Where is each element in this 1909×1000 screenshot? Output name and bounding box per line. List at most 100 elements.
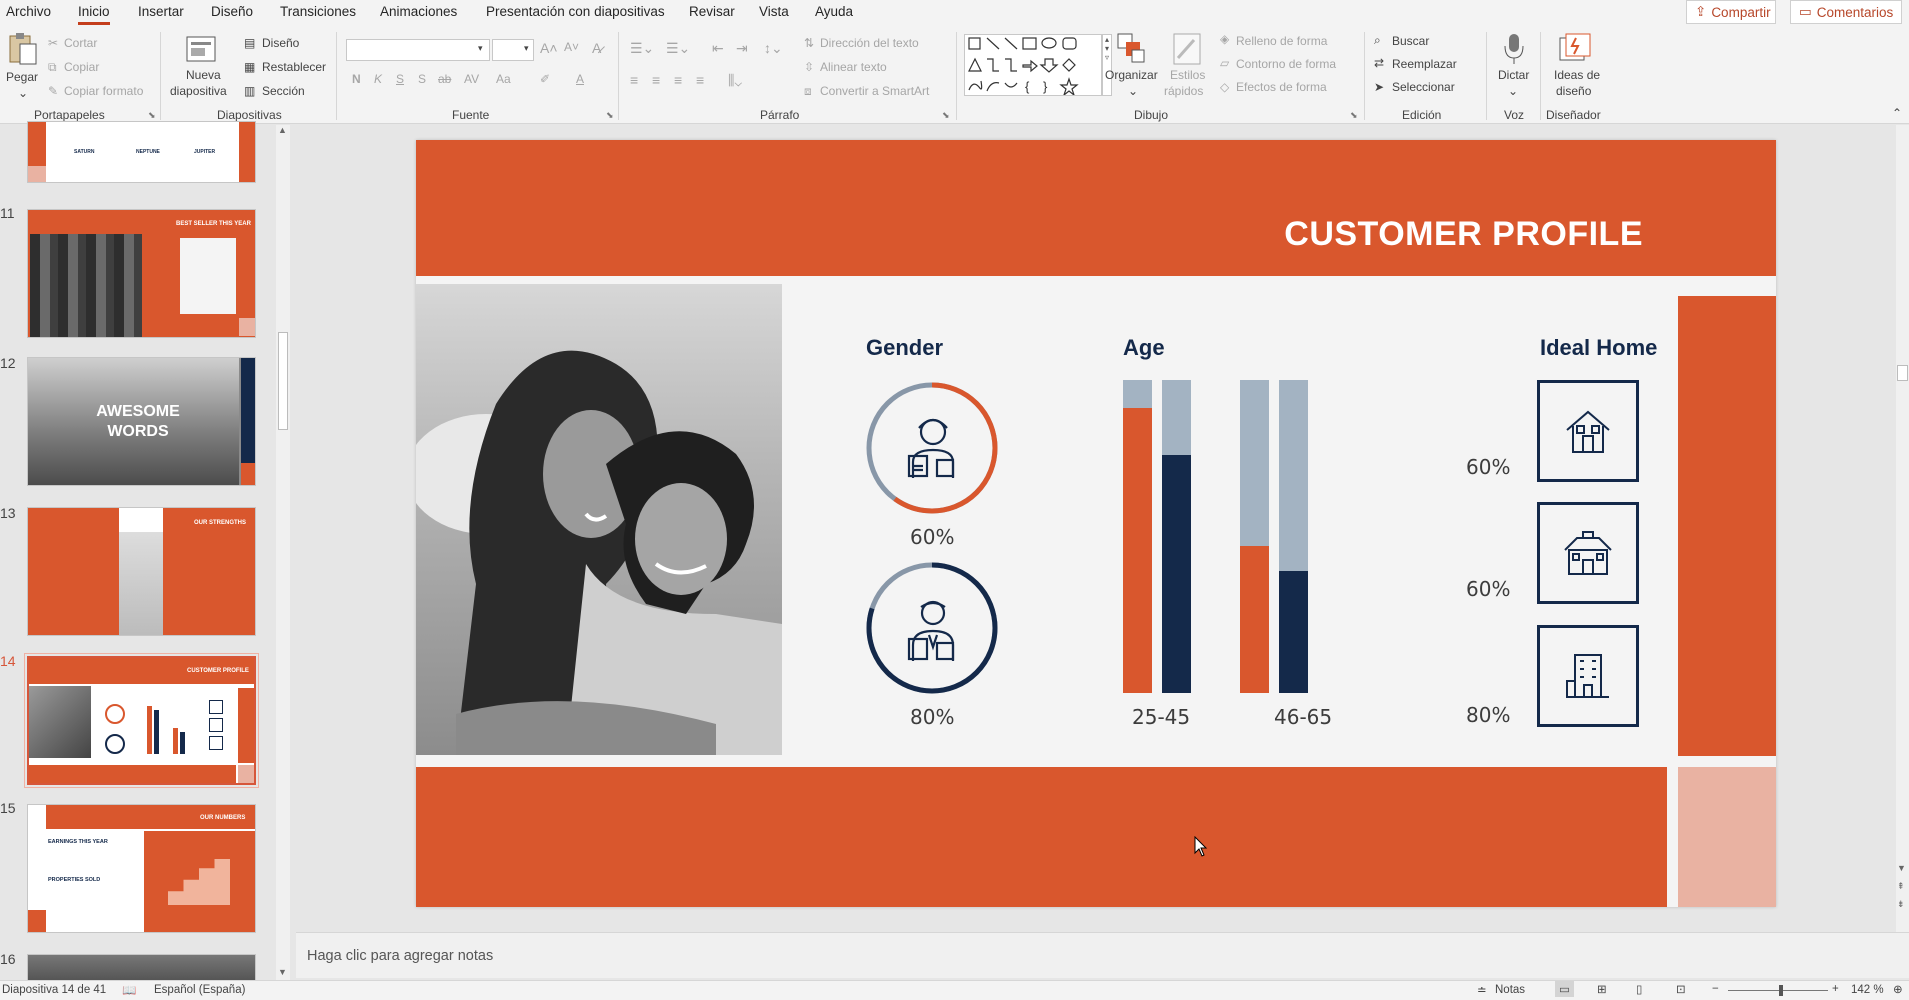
replace-button[interactable]: Reemplazar (1392, 57, 1457, 71)
slide-title[interactable]: CUSTOMER PROFILE (1284, 215, 1643, 254)
prev-slide-icon[interactable]: ⇞ (1897, 881, 1905, 892)
home-pct-3[interactable]: 80% (1466, 703, 1510, 727)
design-ideas-button[interactable]: Ideas de (1554, 68, 1600, 82)
font-launcher-icon[interactable]: ⬊ (606, 110, 614, 121)
age-heading[interactable]: Age (1123, 335, 1165, 361)
bold-button[interactable]: N (352, 72, 361, 86)
underline-button[interactable]: S (396, 72, 404, 86)
menu-inicio[interactable]: Inicio (78, 4, 110, 25)
notes-toggle-button[interactable]: Notas (1495, 984, 1525, 996)
cut-button[interactable]: Cortar (64, 36, 97, 50)
dictate-button[interactable]: Dictar (1498, 68, 1529, 82)
notes-placeholder[interactable]: Haga clic para agregar notas (307, 948, 493, 964)
couple-photo[interactable] (416, 284, 782, 755)
section-button[interactable]: Sección (262, 84, 305, 98)
clear-format-icon[interactable]: A̷ (592, 40, 601, 56)
share-button[interactable]: ⇪ Compartir (1686, 0, 1776, 24)
grow-font-icon[interactable]: A˄ (540, 40, 558, 56)
shape-effects-button[interactable]: Efectos de forma (1236, 80, 1327, 94)
shape-outline-button[interactable]: Contorno de forma (1236, 57, 1336, 71)
age-bar-chart[interactable] (1123, 380, 1343, 693)
paste-button[interactable] (6, 32, 38, 68)
spelling-icon[interactable]: 📖 (122, 983, 136, 997)
new-slide-label[interactable]: diapositiva (170, 84, 227, 98)
gender-heading[interactable]: Gender (866, 335, 943, 361)
reset-button[interactable]: Restablecer (262, 60, 326, 74)
zoom-slider-thumb[interactable] (1779, 985, 1783, 996)
slide-thumbnail-13[interactable]: OUR STRENGTHS (27, 507, 256, 636)
paragraph-launcher-icon[interactable]: ⬊ (942, 110, 950, 121)
slideshow-icon[interactable]: ⊡ (1676, 982, 1686, 996)
increase-indent-icon[interactable]: ⇥ (736, 40, 748, 57)
home-pct-2[interactable]: 60% (1466, 577, 1510, 601)
menu-animaciones[interactable]: Animaciones (380, 4, 457, 19)
font-family-select[interactable] (346, 39, 490, 61)
menu-archivo[interactable]: Archivo (6, 4, 51, 19)
menu-revisar[interactable]: Revisar (689, 4, 735, 19)
menu-ayuda[interactable]: Ayuda (815, 4, 853, 19)
align-center-icon[interactable]: ≡ (652, 72, 660, 88)
shadow-button[interactable]: S (418, 72, 426, 86)
line-spacing-icon[interactable]: ↕⌄ (764, 40, 783, 57)
scroll-down-icon[interactable]: ▼ (1897, 863, 1906, 873)
shape-fill-button[interactable]: Relleno de forma (1236, 34, 1327, 48)
gender-female-pct[interactable]: 60% (910, 525, 954, 549)
scroll-up-icon[interactable]: ▲ (278, 125, 287, 135)
copy-button[interactable]: Copiar (64, 60, 99, 74)
strikethrough-button[interactable]: ab (438, 72, 451, 86)
home-box-2[interactable] (1537, 502, 1639, 604)
shapes-gallery[interactable]: {} (964, 34, 1102, 97)
fit-slide-icon[interactable]: ⊕ (1893, 982, 1903, 996)
home-box-3[interactable] (1537, 625, 1639, 727)
slide-thumbnail-12[interactable]: AWESOME WORDS (27, 357, 256, 486)
editor-scrollbar[interactable]: ▼ ⇞ ⇟ (1896, 125, 1909, 932)
zoom-level[interactable]: 142 % (1851, 984, 1884, 996)
bullets-icon[interactable]: ☰⌄ (630, 40, 654, 57)
notes-pane[interactable]: Haga clic para agregar notas (296, 932, 1909, 978)
language-indicator[interactable]: Español (España) (154, 984, 245, 996)
smartart-button[interactable]: Convertir a SmartArt (820, 84, 929, 98)
zoom-in-icon[interactable]: + (1832, 983, 1839, 995)
layout-button[interactable]: Diseño (262, 36, 299, 50)
scrollbar-thumb[interactable] (278, 332, 288, 430)
menu-transiciones[interactable]: Transiciones (280, 4, 356, 19)
menu-diseno[interactable]: Diseño (211, 4, 253, 19)
zoom-out-icon[interactable]: − (1712, 983, 1719, 995)
gender-male-pct[interactable]: 80% (910, 705, 954, 729)
shapes-gallery-scroll[interactable]: ▴ ▾ ▿ (1102, 34, 1112, 96)
arrange-button[interactable]: Organizar (1105, 68, 1158, 82)
change-case-button[interactable]: Aa (496, 72, 511, 86)
justify-icon[interactable]: ≡ (696, 72, 704, 88)
paste-dropdown-icon[interactable]: ⌄ (18, 86, 28, 100)
font-color-icon[interactable]: A (576, 72, 584, 86)
collapse-ribbon-icon[interactable]: ⌃ (1892, 106, 1902, 120)
slide-canvas[interactable]: CUSTOMER PROFILE Gender 60% 80% Age 25-4… (416, 140, 1776, 907)
menu-vista[interactable]: Vista (759, 4, 789, 19)
scrollbar-thumb[interactable] (1897, 365, 1908, 381)
ideal-home-heading[interactable]: Ideal Home (1540, 335, 1657, 361)
normal-view-icon[interactable]: ▭ (1555, 981, 1574, 997)
select-button[interactable]: Seleccionar (1392, 80, 1455, 94)
reading-view-icon[interactable]: ▯ (1636, 982, 1642, 996)
thumbnails-scrollbar[interactable]: ▲ ▼ (276, 125, 290, 980)
quick-styles-button[interactable]: Estilos (1170, 68, 1205, 82)
align-right-icon[interactable]: ≡ (674, 72, 682, 88)
zoom-slider[interactable] (1728, 985, 1828, 996)
home-pct-1[interactable]: 60% (1466, 455, 1510, 479)
slide-thumbnail-14[interactable]: CUSTOMER PROFILE (24, 653, 259, 788)
numbering-icon[interactable]: ☰⌄ (666, 40, 690, 57)
find-button[interactable]: Buscar (1392, 34, 1429, 48)
decrease-indent-icon[interactable]: ⇤ (712, 40, 724, 57)
new-slide-button[interactable]: Nueva (186, 68, 221, 82)
slide-thumbnail-11[interactable]: BEST SELLER THIS YEAR (27, 209, 256, 338)
char-spacing-button[interactable]: AV (464, 72, 479, 86)
text-direction-button[interactable]: Dirección del texto (820, 36, 919, 50)
slide-thumbnail-15[interactable]: OUR NUMBERS EARNINGS THIS YEAR PROPERTIE… (27, 804, 256, 933)
notes-toggle-icon[interactable]: ≐ (1477, 983, 1487, 997)
slide-thumbnail-10[interactable]: SATURN NEPTUNE JUPITER (27, 121, 256, 183)
slide-sorter-icon[interactable]: ⊞ (1597, 982, 1607, 996)
format-painter-button[interactable]: Copiar formato (64, 84, 143, 98)
shrink-font-icon[interactable]: A˅ (564, 40, 579, 54)
highlight-icon[interactable]: ✐ (540, 72, 550, 86)
columns-icon[interactable]: ⫼⌄ (728, 72, 742, 89)
